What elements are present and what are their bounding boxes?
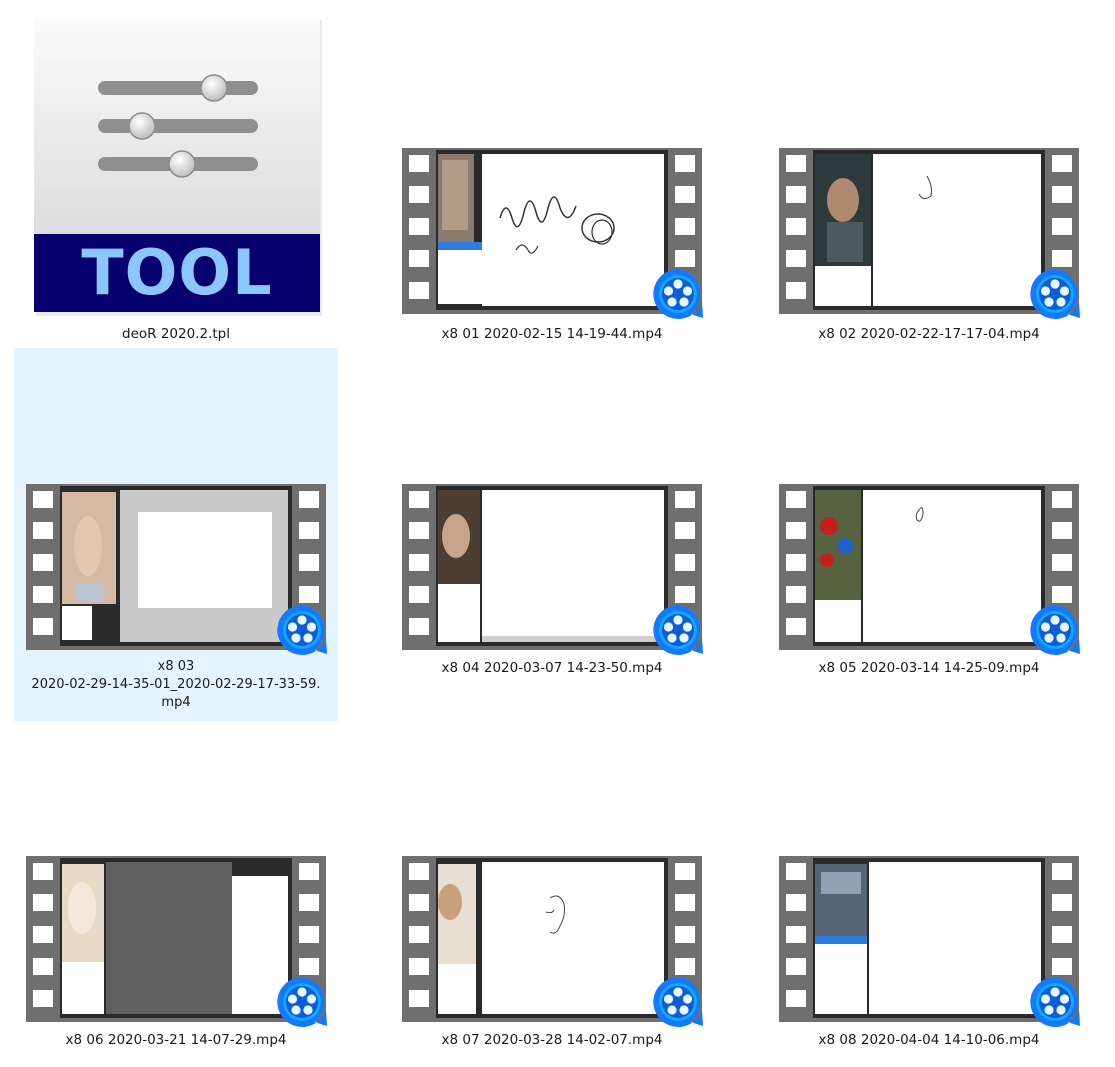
video-player-badge-icon — [650, 974, 706, 1030]
file-name: x8 02 2020-02-22-17-17-04.mp4 — [818, 326, 1040, 342]
file-name: deoR 2020.2.tpl — [122, 326, 230, 342]
file-name: x8 03 2020-02-29-14-35-01_2020-02-29-17-… — [31, 659, 321, 710]
file-name: x8 07 2020-03-28 14-02-07.mp4 — [441, 1032, 663, 1048]
file-item-video[interactable]: x8 02 2020-02-22-17-17-04.mp4 — [767, 140, 1091, 350]
file-name: x8 05 2020-03-14 14-25-09.mp4 — [818, 660, 1040, 676]
file-item-video[interactable]: x8 06 2020-03-21 14-07-29.mp4 — [14, 848, 338, 1058]
video-player-badge-icon — [274, 974, 330, 1030]
video-player-badge-icon — [650, 602, 706, 658]
file-item-video[interactable]: x8 05 2020-03-14 14-25-09.mp4 — [767, 476, 1091, 686]
file-item-video[interactable]: x8 01 2020-02-15 14-19-44.mp4 — [390, 140, 714, 350]
file-name: x8 08 2020-04-04 14-10-06.mp4 — [818, 1032, 1040, 1048]
file-grid: TOOL deoR 2020.2.tpl x8 01 2020-02-15 14… — [0, 0, 1115, 1067]
file-item-tool-template[interactable]: TOOL deoR 2020.2.tpl — [14, 8, 338, 348]
file-item-video-selected[interactable]: x8 03 2020-02-29-14-35-01_2020-02-29-17-… — [14, 348, 338, 721]
video-player-badge-icon — [1027, 974, 1083, 1030]
file-item-video[interactable]: x8 04 2020-03-07 14-23-50.mp4 — [390, 476, 714, 686]
video-player-badge-icon — [1027, 266, 1083, 322]
file-name: x8 06 2020-03-21 14-07-29.mp4 — [65, 1032, 287, 1048]
tool-badge-label: TOOL — [81, 236, 273, 309]
file-item-video[interactable]: x8 08 2020-04-04 14-10-06.mp4 — [767, 848, 1091, 1058]
video-player-badge-icon — [274, 602, 330, 658]
video-player-badge-icon — [1027, 602, 1083, 658]
file-name: x8 01 2020-02-15 14-19-44.mp4 — [441, 326, 663, 342]
file-item-video[interactable]: x8 07 2020-03-28 14-02-07.mp4 — [390, 848, 714, 1058]
file-name: x8 04 2020-03-07 14-23-50.mp4 — [441, 660, 663, 676]
video-player-badge-icon — [650, 266, 706, 322]
